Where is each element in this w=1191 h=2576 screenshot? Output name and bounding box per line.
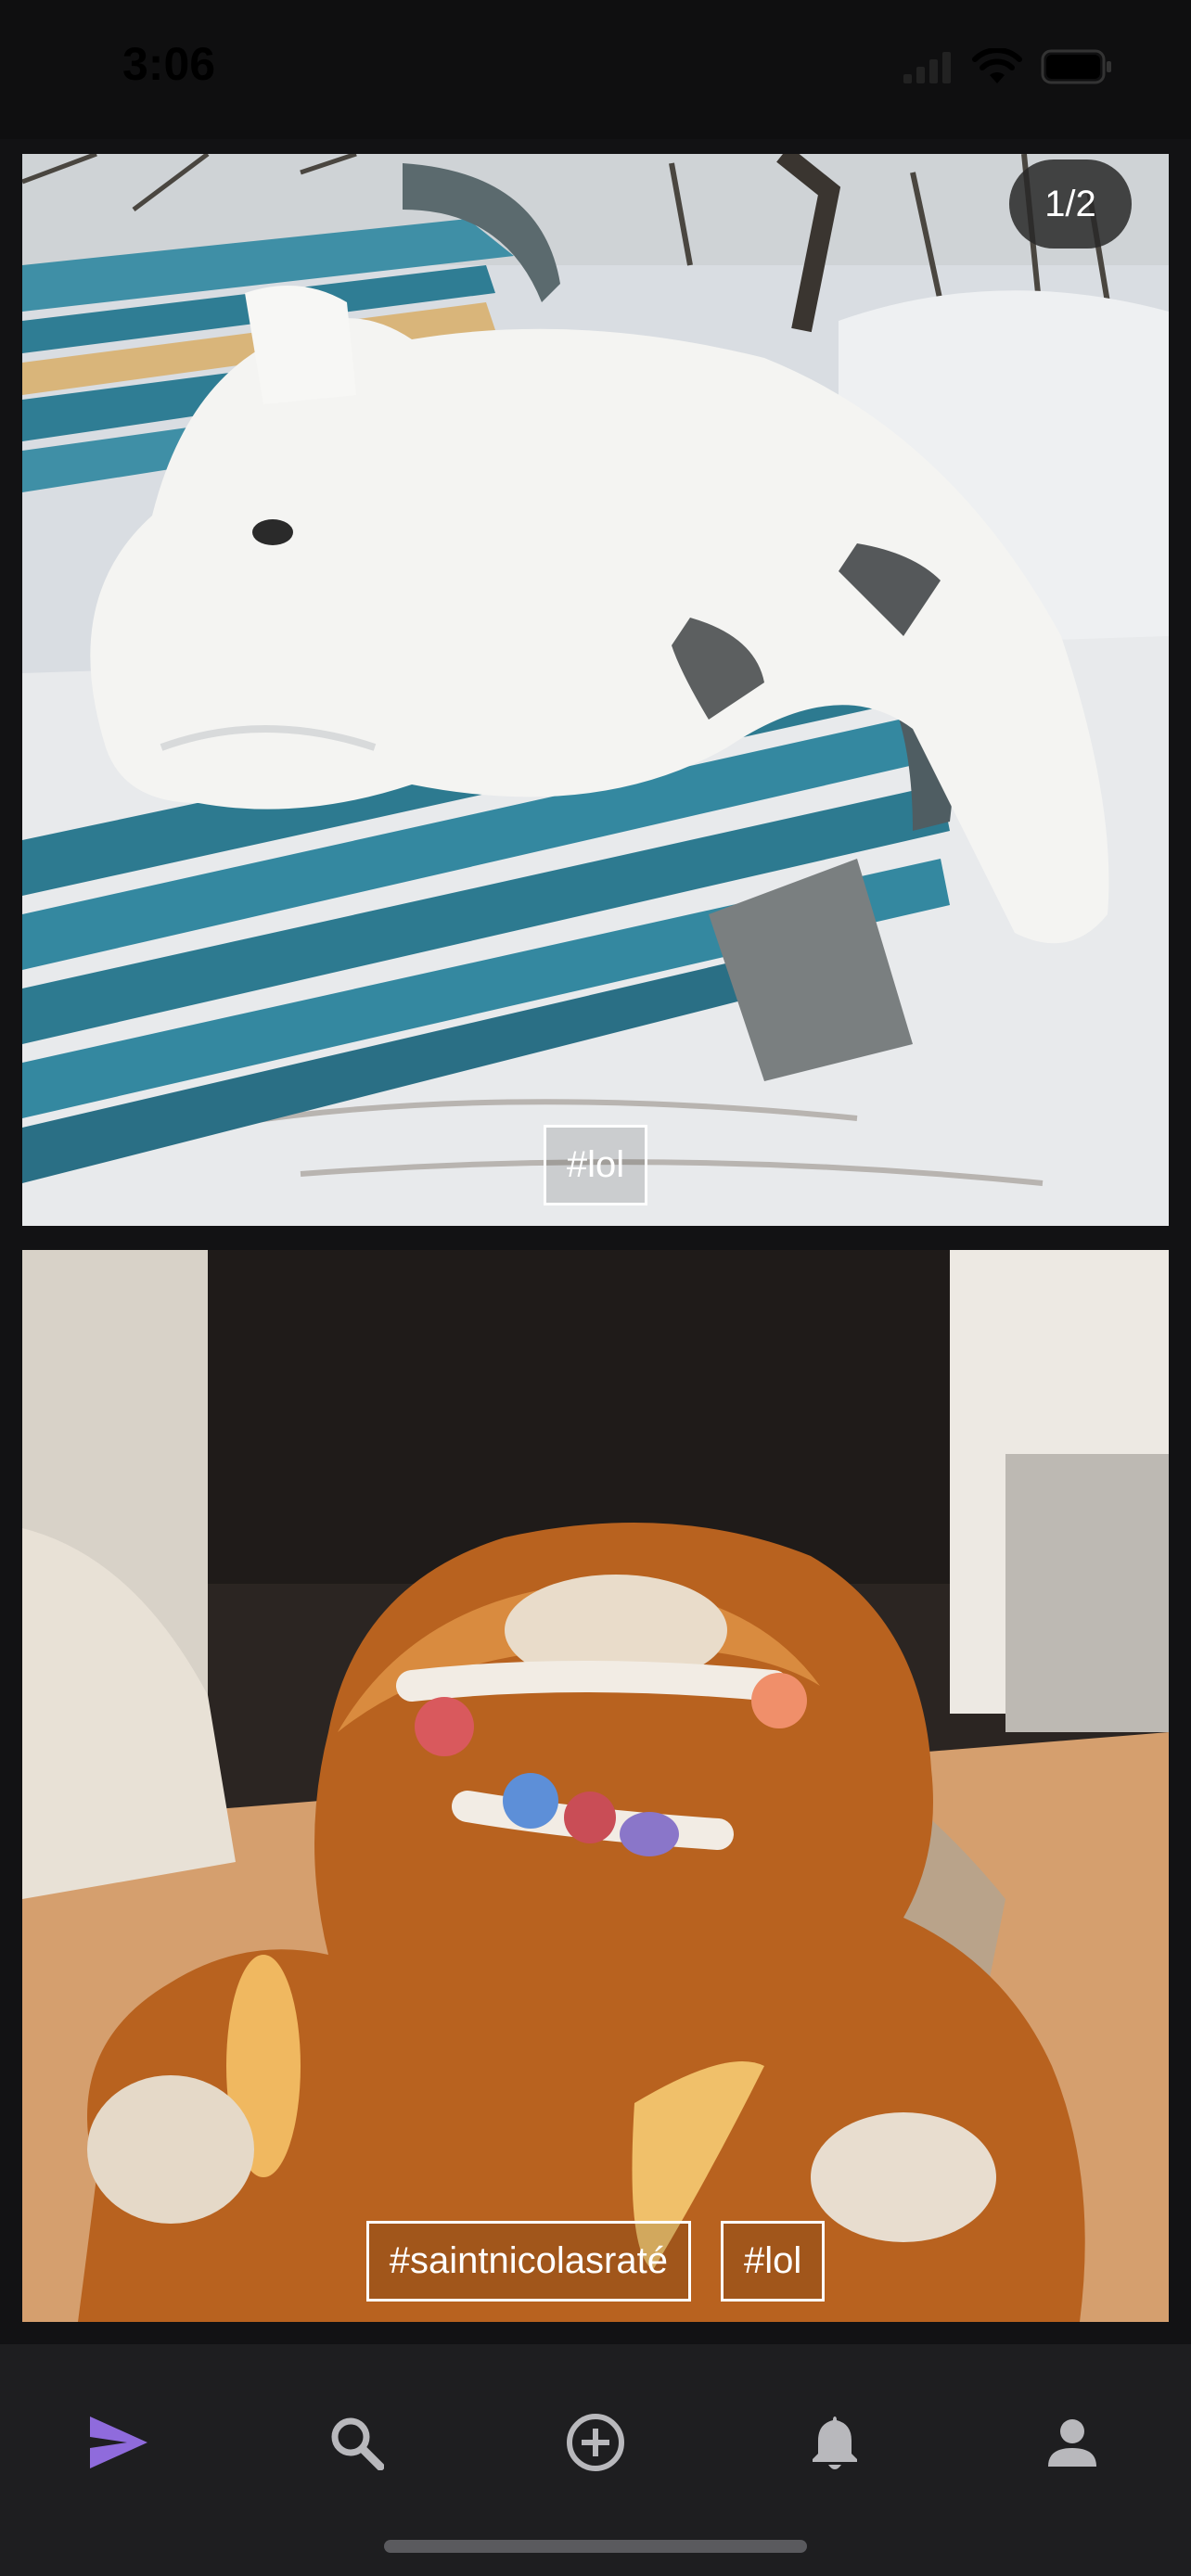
wifi-icon (972, 48, 1022, 83)
hashtag[interactable]: #saintnicolasraté (365, 2221, 691, 2302)
bell-icon (813, 2417, 857, 2469)
tag-list: #lol (22, 1125, 1169, 1205)
hashtag[interactable]: #lol (720, 2221, 826, 2302)
feed-post[interactable]: #saintnicolasraté #lol (22, 1250, 1169, 2322)
tab-notifications[interactable] (788, 2396, 881, 2489)
status-bar: 3:06 (0, 0, 1191, 139)
feed-post[interactable]: 1/2 #lol (22, 154, 1169, 1226)
status-time: 3:06 (122, 38, 216, 90)
tab-search[interactable] (310, 2396, 403, 2489)
add-circle-icon (567, 2414, 624, 2471)
tab-feed[interactable] (72, 2396, 165, 2489)
post-image (22, 154, 1169, 1226)
tab-profile[interactable] (1026, 2396, 1119, 2489)
person-icon (1048, 2419, 1096, 2467)
status-icons (902, 46, 1113, 87)
post-image (22, 1250, 1169, 2322)
battery-icon (1041, 49, 1111, 84)
tab-create[interactable] (549, 2396, 642, 2489)
signal-icon (903, 52, 951, 83)
page-counter: 1/2 (1009, 159, 1132, 249)
search-icon (331, 2417, 384, 2470)
tag-list: #saintnicolasraté #lol (22, 2221, 1169, 2302)
hashtag[interactable]: #lol (543, 1125, 648, 1205)
send-icon (90, 2417, 147, 2468)
home-indicator (384, 2540, 807, 2553)
